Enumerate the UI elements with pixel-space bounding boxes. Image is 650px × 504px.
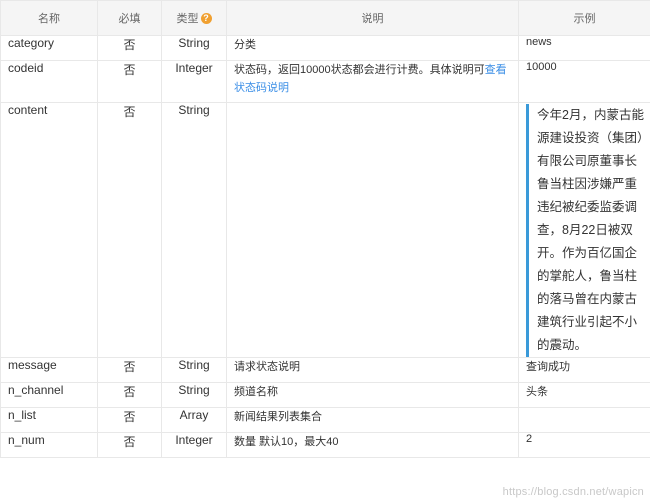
param-type: String bbox=[161, 102, 227, 358]
param-type: String bbox=[161, 357, 227, 383]
param-name: codeid bbox=[0, 60, 98, 103]
param-name: n_num bbox=[0, 432, 98, 458]
param-example: 今年2月，内蒙古能源建设投资（集团）有限公司原董事长鲁当柱因涉嫌严重违纪被纪委监… bbox=[518, 102, 650, 358]
param-description: 请求状态说明 bbox=[226, 357, 519, 383]
table-row: n_num 否 Integer 数量 默认10，最大40 2 bbox=[0, 432, 650, 458]
header-type: 类型? bbox=[161, 0, 227, 36]
table-row: n_list 否 Array 新闻结果列表集合 bbox=[0, 407, 650, 433]
param-example: 2 bbox=[518, 432, 650, 458]
param-type: Integer bbox=[161, 60, 227, 103]
param-type: String bbox=[161, 35, 227, 61]
param-description: 分类 bbox=[226, 35, 519, 61]
param-example: news bbox=[518, 35, 650, 61]
param-required: 否 bbox=[97, 407, 162, 433]
table-row: content 否 String 今年2月，内蒙古能源建设投资（集团）有限公司原… bbox=[0, 102, 650, 358]
table-header-row: 名称 必填 类型? 说明 示例 bbox=[0, 0, 650, 36]
param-description: 状态码，返回10000状态都会进行计费。具体说明可查看状态码说明 bbox=[226, 60, 519, 103]
table-row: category 否 String 分类 news bbox=[0, 35, 650, 61]
param-example: 10000 bbox=[518, 60, 650, 103]
api-params-table: 名称 必填 类型? 说明 示例 category 否 String 分类 new… bbox=[0, 0, 650, 458]
param-description: 数量 默认10，最大40 bbox=[226, 432, 519, 458]
example-quote: 今年2月，内蒙古能源建设投资（集团）有限公司原董事长鲁当柱因涉嫌严重违纪被纪委监… bbox=[526, 104, 647, 357]
header-description: 说明 bbox=[226, 0, 519, 36]
param-type: Integer bbox=[161, 432, 227, 458]
header-example: 示例 bbox=[518, 0, 650, 36]
param-description bbox=[226, 102, 519, 358]
param-name: message bbox=[0, 357, 98, 383]
table-row: message 否 String 请求状态说明 查询成功 bbox=[0, 357, 650, 383]
param-name: n_list bbox=[0, 407, 98, 433]
param-required: 否 bbox=[97, 102, 162, 358]
table-row: n_channel 否 String 频道名称 头条 bbox=[0, 382, 650, 408]
param-required: 否 bbox=[97, 382, 162, 408]
header-type-label: 类型 bbox=[176, 13, 199, 25]
param-type: String bbox=[161, 382, 227, 408]
param-required: 否 bbox=[97, 432, 162, 458]
param-description-text: 状态码，返回10000状态都会进行计费。具体说明可 bbox=[234, 64, 485, 76]
watermark: https://blog.csdn.net/wapicn bbox=[502, 486, 644, 498]
param-name: n_channel bbox=[0, 382, 98, 408]
param-name: content bbox=[0, 102, 98, 358]
header-required: 必填 bbox=[97, 0, 162, 36]
table-row: codeid 否 Integer 状态码，返回10000状态都会进行计费。具体说… bbox=[0, 60, 650, 103]
param-description: 频道名称 bbox=[226, 382, 519, 408]
question-circle-icon[interactable]: ? bbox=[200, 13, 212, 24]
param-required: 否 bbox=[97, 35, 162, 61]
param-example bbox=[518, 407, 650, 433]
param-required: 否 bbox=[97, 357, 162, 383]
param-name: category bbox=[0, 35, 98, 61]
param-type: Array bbox=[161, 407, 227, 433]
header-name: 名称 bbox=[0, 0, 98, 36]
param-required: 否 bbox=[97, 60, 162, 103]
param-description: 新闻结果列表集合 bbox=[226, 407, 519, 433]
param-example: 查询成功 bbox=[518, 357, 650, 383]
param-example: 头条 bbox=[518, 382, 650, 408]
